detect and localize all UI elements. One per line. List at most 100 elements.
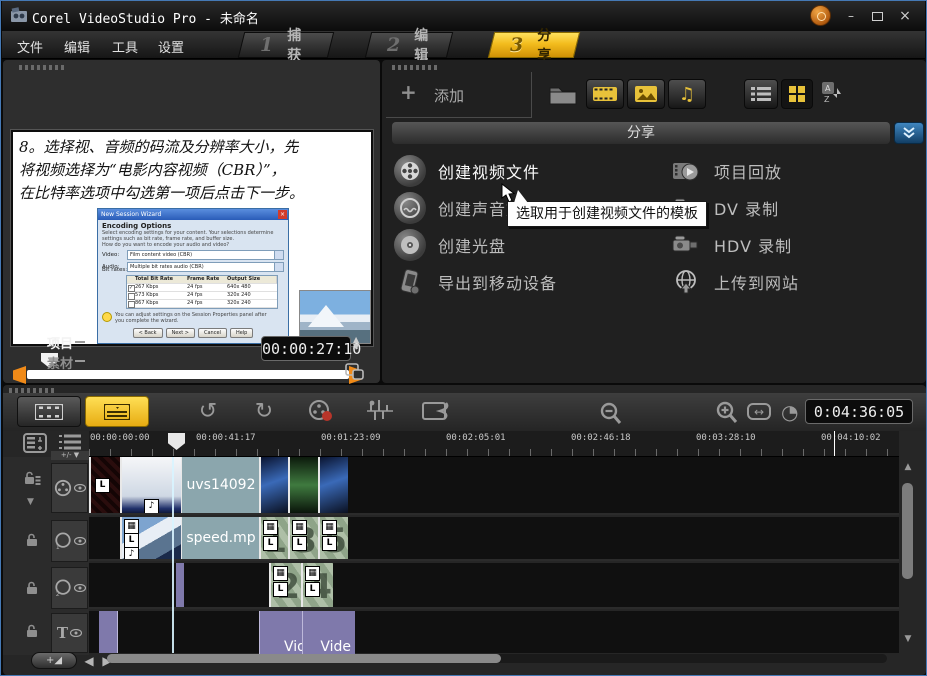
overlay-track-1: ▦ L ♪ speed.mp 1 ▦ L 3 ▦ L 5 ▦ L xyxy=(89,517,899,561)
overlay2-small-clip[interactable] xyxy=(176,563,184,607)
title-track-button[interactable]: T xyxy=(51,613,88,653)
mouse-cursor xyxy=(501,183,515,203)
grid-view-button[interactable] xyxy=(781,79,813,109)
zoom-in-icon[interactable] xyxy=(715,401,739,425)
option-hdv-record[interactable]: HDV 录制 xyxy=(670,226,920,263)
title-bar: Corel VideoStudio Pro - 未命名 – × xyxy=(2,1,925,31)
video-clip-4[interactable] xyxy=(288,457,318,513)
tip-bulb-icon xyxy=(102,312,112,322)
option-project-playback[interactable]: 项目回放 xyxy=(670,152,920,189)
record-capture-button[interactable] xyxy=(306,395,336,427)
overlay2-lock-icon[interactable] xyxy=(23,579,41,597)
filter-video-button[interactable] xyxy=(586,79,624,109)
hscroll-thumb[interactable] xyxy=(107,654,501,663)
video-clip-3[interactable] xyxy=(259,457,288,513)
tab-edit[interactable]: 2编辑 xyxy=(365,32,453,58)
clip-mode-button[interactable]: 素材 xyxy=(47,353,73,372)
overlay-clip-c2[interactable]: 3 ▦ L xyxy=(288,517,318,559)
panel-grip xyxy=(19,65,67,70)
track-collapse-icon[interactable]: ▼ xyxy=(27,497,34,507)
vscroll-thumb[interactable] xyxy=(902,483,913,579)
timecode-stepper[interactable]: ▲▼ xyxy=(353,336,359,350)
list-view-icon xyxy=(751,87,771,101)
timeline-playhead-marker[interactable] xyxy=(168,433,185,450)
menu-edit[interactable]: 编辑 xyxy=(64,37,90,56)
overlay-clip-c3[interactable]: 5 ▦ L xyxy=(318,517,348,559)
menu-settings[interactable]: 设置 xyxy=(158,37,184,56)
overlay-track1-button[interactable]: 1 xyxy=(51,520,88,562)
track-list-icon[interactable] xyxy=(57,433,83,453)
corel-badge-icon[interactable] xyxy=(810,5,831,26)
filter-photo-button[interactable] xyxy=(627,79,665,109)
close-button[interactable]: × xyxy=(894,9,916,24)
video-clip-name[interactable]: uvs14092 xyxy=(181,457,260,513)
overlay-track2-button[interactable]: 2 xyxy=(51,567,88,609)
vscroll-up-button[interactable]: ▲ xyxy=(902,462,914,472)
project-duration-icon[interactable]: ◔ xyxy=(781,400,798,424)
preview-timecode[interactable]: 00:00:27:10 xyxy=(261,336,351,361)
timeline-view-button[interactable] xyxy=(85,396,149,427)
overlay2-clip-c1[interactable]: 2 ▦ L xyxy=(269,563,301,607)
sound-mixer-button[interactable] xyxy=(365,395,395,427)
fit-project-icon[interactable]: ↔ xyxy=(747,403,771,420)
minimize-button[interactable]: – xyxy=(840,9,862,24)
app-window: Corel VideoStudio Pro - 未命名 – × 文件 编辑 工具… xyxy=(0,0,927,676)
option-export-mobile-device[interactable]: 导出到移动设备 xyxy=(394,263,654,300)
video-track-button[interactable] xyxy=(51,463,88,513)
dialog-heading: Encoding Options xyxy=(102,222,284,230)
overlay2-reel-icon: 2 xyxy=(54,579,72,597)
list-view-button[interactable] xyxy=(744,79,778,109)
photo-icon xyxy=(635,86,657,102)
track-add-remove-button[interactable]: +/- ▼ xyxy=(51,451,89,460)
timeline-ruler[interactable]: 00:00:00:00 00:00:41:17 00:01:23:09 00:0… xyxy=(89,431,899,457)
zoom-out-icon[interactable] xyxy=(599,402,623,426)
app-icon xyxy=(10,7,28,23)
timeline-timecode[interactable]: 0:04:36:05 xyxy=(805,399,913,424)
scroll-left-button[interactable]: ◀ xyxy=(81,653,97,669)
track-manager-icon[interactable] xyxy=(23,433,49,453)
video-track-reel-icon xyxy=(54,479,72,497)
collapse-panel-button[interactable] xyxy=(894,122,924,144)
redo-button[interactable]: ↻ xyxy=(249,395,279,427)
video-clip-5[interactable] xyxy=(318,457,348,513)
playhead-line[interactable] xyxy=(172,457,174,653)
option-create-video-file[interactable]: 创建视频文件 xyxy=(394,152,654,189)
undo-button[interactable]: ↺ xyxy=(193,395,223,427)
option-dv-record[interactable]: DV 录制 xyxy=(670,189,920,226)
overlay1-lock-icon[interactable] xyxy=(23,531,41,549)
music-note-icon: ♫ xyxy=(679,84,695,105)
enlarge-preview-icon[interactable] xyxy=(345,363,365,381)
trim-start-handle[interactable] xyxy=(13,366,26,384)
instant-project-button[interactable] xyxy=(421,395,451,427)
maximize-button[interactable] xyxy=(866,9,888,24)
plus-icon: + xyxy=(400,80,417,104)
scrubber-bar[interactable] xyxy=(27,370,349,379)
video-track-lock-icon[interactable] xyxy=(23,469,41,487)
menu-tools[interactable]: 工具 xyxy=(112,37,138,56)
overlay2-clip-c2[interactable]: 4 ▦ L xyxy=(301,563,333,607)
title-clip-2[interactable]: Vide xyxy=(302,611,355,657)
video-clip-1[interactable]: L xyxy=(89,457,120,513)
note-line: 将视频选择为“电影内容视频（CBR）”， xyxy=(19,159,365,182)
title-track-lock-icon[interactable] xyxy=(23,622,41,640)
divider xyxy=(75,360,85,362)
fit-timeline-button[interactable]: +◢ xyxy=(31,652,77,669)
browse-folder-icon[interactable] xyxy=(548,82,578,106)
overlay-clip-name[interactable]: speed.mp xyxy=(181,517,260,559)
sort-az-icon[interactable]: A Z xyxy=(820,80,846,106)
title-clip-small[interactable] xyxy=(99,611,118,653)
project-mode-button[interactable]: 项目 xyxy=(47,333,73,352)
option-upload-website[interactable]: 上传到网站 xyxy=(670,263,920,300)
tab-share[interactable]: 3分享 xyxy=(488,32,580,58)
menu-file[interactable]: 文件 xyxy=(17,37,43,56)
storyboard-view-button[interactable] xyxy=(17,396,81,427)
film-reel-icon xyxy=(394,155,426,187)
overlay-clip-c1[interactable]: 1 ▦ L xyxy=(259,517,288,559)
filter-audio-button[interactable]: ♫ xyxy=(668,79,706,109)
add-button[interactable]: + 添加 xyxy=(386,72,532,118)
audio-disc-icon xyxy=(394,192,426,224)
tab-capture[interactable]: 1捕获 xyxy=(238,32,334,58)
dialog-close-icon: × xyxy=(278,210,287,219)
option-create-disc[interactable]: 创建光盘 xyxy=(394,226,654,263)
vscroll-down-button[interactable]: ▼ xyxy=(902,634,914,644)
